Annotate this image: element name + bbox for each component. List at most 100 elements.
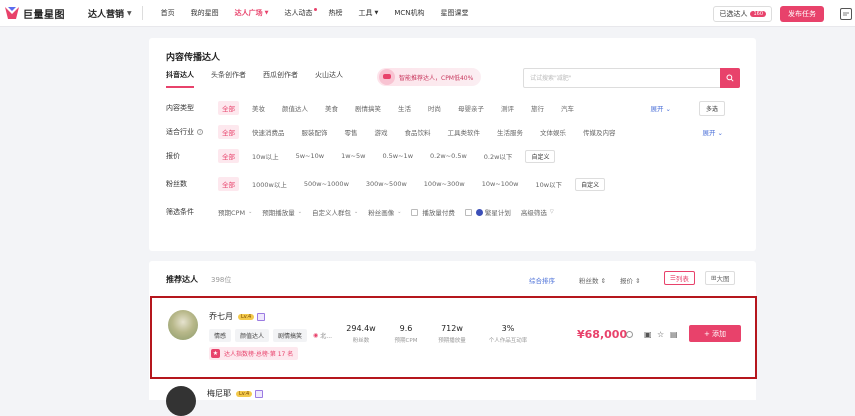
filter-option[interactable]: 1w~5w [341, 152, 365, 160]
sort-icon: ⇕ [635, 277, 641, 285]
filter-option[interactable]: 传媒及内容 [583, 127, 616, 137]
avatar[interactable] [166, 386, 196, 416]
add-kol-button[interactable]: + 添加 [689, 325, 741, 342]
search-input[interactable] [524, 69, 720, 87]
chevron-down-icon: ▼ [127, 9, 132, 17]
rank-badge[interactable]: ★ 达人指数榜·总榜·第 17 名 [209, 347, 299, 360]
message-icon[interactable] [840, 7, 852, 20]
filter-option[interactable]: 时尚 [428, 103, 441, 113]
filter-option[interactable]: 颜值达人 [282, 103, 308, 113]
tab-huoshan[interactable]: 火山达人 [315, 70, 343, 84]
play-paid-checkbox[interactable]: 播放量付费 [411, 207, 455, 217]
filter-label: 适合行业? [166, 127, 218, 137]
filter-option[interactable]: 食品饮料 [405, 127, 431, 137]
nav-kol-updates[interactable]: 达人动态 [277, 0, 321, 27]
multi-select-button[interactable]: 多选 [698, 100, 725, 116]
nav-classroom[interactable]: 星图课堂 [433, 0, 477, 27]
nav-mcn[interactable]: MCN机构 [386, 0, 432, 27]
share-icon[interactable]: ▤ [670, 330, 678, 339]
selected-kols-button[interactable]: 已选达人 160 [713, 5, 772, 22]
tab-toutiao[interactable]: 头条创作者 [211, 70, 246, 84]
chevron-down-icon: ▼ [374, 10, 379, 16]
filter-option[interactable]: 剧情搞笑 [355, 103, 381, 113]
help-icon[interactable]: ? [197, 129, 203, 135]
sort-fans[interactable]: 粉丝数 ⇕ [579, 275, 606, 285]
filter-option[interactable]: 全部 [218, 149, 239, 163]
expand-link[interactable]: 展开 ⌄ [650, 103, 671, 113]
verified-icon [257, 312, 266, 321]
filter-option[interactable]: 汽车 [561, 103, 574, 113]
kol-name[interactable]: 乔七月 Lv.4 [209, 311, 266, 322]
filter-option[interactable]: 生活服务 [497, 127, 523, 137]
filter-row-industry: 适合行业? 全部 快速消费品 服装配饰 零售 游戏 食品饮料 工具类软件 生活服… [166, 125, 741, 139]
view-list-button[interactable]: ☰ 列表 [664, 271, 695, 285]
filter-option[interactable]: 全部 [218, 125, 239, 139]
publish-task-button[interactable]: 发布任务 [780, 5, 824, 22]
sort-comprehensive[interactable]: 综合排序 [529, 275, 555, 285]
star-outline-icon[interactable]: ☆ [657, 330, 664, 339]
main-nav: 首页 我的星图 达人广场 ▼ 达人动态 热榜 工具 ▼ MCN机构 星图课堂 [153, 0, 477, 27]
logo[interactable]: 巨量星图 [4, 5, 84, 21]
nav-hot-list[interactable]: 热榜 [321, 0, 351, 27]
filter-icon: ▽ [549, 209, 554, 215]
filter-option[interactable]: 0.2w~0.5w [430, 152, 467, 160]
nav-home[interactable]: 首页 [153, 0, 183, 27]
expand-link[interactable]: 展开 ⌄ [702, 127, 723, 137]
star-plan-checkbox[interactable]: 繁星计划 [464, 207, 511, 217]
nav-my-xingtu[interactable]: 我的星图 [183, 0, 227, 27]
audience-pack-select[interactable]: 自定义人群包 ⌄ [312, 207, 358, 217]
filter-option[interactable]: 10w~100w [482, 180, 519, 188]
kol-name-text: 梅尼耶 [207, 389, 231, 398]
filter-option[interactable]: 文体娱乐 [540, 127, 566, 137]
filter-option[interactable]: 5w~10w [296, 152, 325, 160]
kol-row[interactable]: 乔七月 Lv.4 情感 颜值达人 剧情搞笑 ◉ 北... ★ 达人指数榜·总榜·第… [150, 296, 757, 379]
filter-option[interactable]: 零售 [345, 127, 358, 137]
smart-recommend-button[interactable]: 智能推荐达人，CPM低40% [377, 68, 482, 86]
product-switcher[interactable]: 达人营销 ▼ [88, 7, 132, 20]
search-box [523, 68, 740, 88]
avatar[interactable] [168, 310, 198, 340]
filter-option[interactable]: 美妆 [252, 103, 265, 113]
info-icon[interactable] [626, 331, 633, 338]
tab-xigua[interactable]: 西瓜创作者 [263, 70, 298, 84]
filter-option[interactable]: 母婴亲子 [458, 103, 484, 113]
filter-option[interactable]: 服装配饰 [302, 127, 328, 137]
fan-profile-select[interactable]: 粉丝画像 ⌄ [368, 207, 401, 217]
filter-option[interactable]: 1000w以上 [252, 179, 287, 189]
chevron-down-icon: ⌄ [353, 209, 359, 215]
checkbox[interactable] [411, 208, 419, 216]
play-count-select[interactable]: 预期播放量 ⌄ [262, 207, 302, 217]
nav-kol-square[interactable]: 达人广场 ▼ [227, 0, 277, 27]
checkbox[interactable] [464, 208, 472, 216]
sort-price[interactable]: 报价 ⇕ [620, 275, 641, 285]
kol-name[interactable]: 梅尼耶 Lv.4 [207, 388, 264, 399]
filter-option[interactable]: 0.2w以下 [484, 151, 513, 161]
filter-option[interactable]: 300w~500w [366, 180, 407, 188]
tab-douyin[interactable]: 抖音达人 [166, 70, 194, 88]
nav-label: 首页 [160, 9, 175, 17]
filter-option[interactable]: 快速消费品 [252, 127, 285, 137]
filter-option[interactable]: 10w以下 [535, 179, 562, 189]
custom-range-button[interactable]: 自定义 [525, 149, 556, 163]
filter-option[interactable]: 美食 [325, 103, 338, 113]
filter-option[interactable]: 全部 [218, 177, 239, 191]
search-button[interactable] [720, 68, 740, 88]
filter-option[interactable]: 旅行 [531, 103, 544, 113]
cpm-select[interactable]: 预期CPM ⌄ [218, 207, 252, 217]
nav-label: 工具 [358, 9, 373, 17]
filter-option[interactable]: 生活 [398, 103, 411, 113]
filter-option[interactable]: 工具类软件 [448, 127, 481, 137]
filter-option[interactable]: 全部 [218, 101, 239, 115]
compare-icon[interactable]: ▣ [644, 330, 652, 339]
filter-option[interactable]: 10w以上 [252, 151, 279, 161]
nav-tools[interactable]: 工具 ▼ [351, 0, 387, 27]
filter-option[interactable]: 500w~1000w [304, 180, 349, 188]
filter-option[interactable]: 100w~300w [424, 180, 465, 188]
advanced-filter-button[interactable]: 高级筛选 ▽ [521, 207, 554, 217]
filter-option[interactable]: 0.5w~1w [382, 152, 413, 160]
filter-option[interactable]: 游戏 [375, 127, 388, 137]
custom-range-button[interactable]: 自定义 [575, 177, 606, 191]
filter-label: 筛选条件 [166, 208, 194, 216]
filter-option[interactable]: 测评 [501, 103, 514, 113]
view-grid-button[interactable]: ⊞ 大图 [705, 271, 736, 285]
